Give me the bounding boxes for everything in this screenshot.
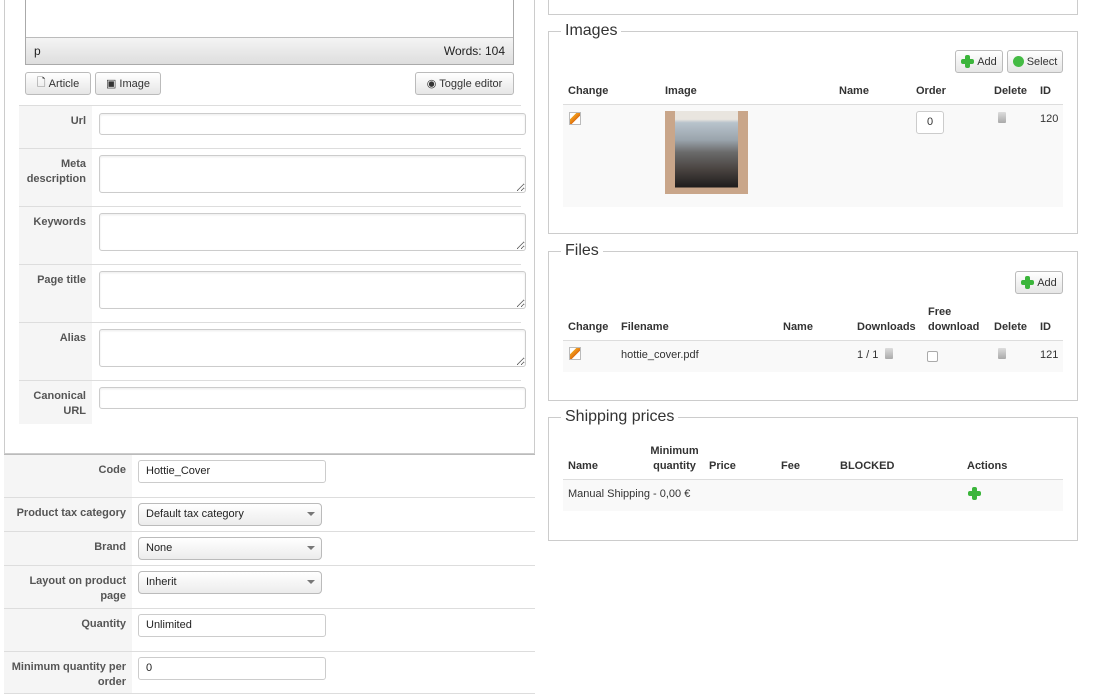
field-brand: Brand None xyxy=(4,531,535,565)
table-row: Manual Shipping - 0,00 € xyxy=(563,479,1063,511)
field-quantity: Quantity Unlimited xyxy=(4,608,535,651)
word-count: Words: 104 xyxy=(443,44,505,58)
eye-icon: ◉ xyxy=(426,78,437,90)
tax-category-select[interactable]: Default tax category xyxy=(138,503,322,526)
field-code: Code Hottie_Cover xyxy=(4,454,535,497)
canonical-url-input[interactable] xyxy=(99,387,526,409)
document-icon: 🗋 xyxy=(36,77,46,89)
chevron-down-icon xyxy=(307,512,315,516)
brand-select[interactable]: None xyxy=(138,537,322,560)
field-meta-description: Meta description xyxy=(19,148,526,206)
table-row: hottie_cover.pdf 1 / 1 121 xyxy=(563,340,1063,372)
field-alias: Alias xyxy=(19,322,526,380)
field-layout: Layout on product page Inherit xyxy=(4,565,535,608)
quantity-input[interactable]: Unlimited xyxy=(138,614,326,637)
field-canonical-url: Canonical URL xyxy=(19,380,526,424)
select-image-button[interactable]: Select xyxy=(1007,50,1063,73)
add-icon xyxy=(961,55,975,68)
picture-icon: ▣ xyxy=(106,78,117,90)
code-input[interactable]: Hottie_Cover xyxy=(138,460,326,483)
chevron-down-icon xyxy=(307,546,315,550)
alias-input[interactable] xyxy=(99,329,526,367)
free-download-checkbox[interactable] xyxy=(927,351,938,362)
table-row: 0 120 xyxy=(563,104,1063,207)
trash-icon[interactable] xyxy=(998,112,1006,123)
field-url: Url xyxy=(19,105,526,148)
insert-article-button[interactable]: 🗋 Article xyxy=(25,72,91,95)
layout-select[interactable]: Inherit xyxy=(138,571,322,594)
rich-text-editor[interactable]: p Words: 104 xyxy=(25,0,514,65)
files-fieldset: Files Add Change Filename Name Downloads… xyxy=(548,242,1078,401)
add-file-button[interactable]: Add xyxy=(1015,271,1063,294)
field-tax-category: Product tax category Default tax category xyxy=(4,497,535,531)
product-thumbnail[interactable] xyxy=(665,111,748,194)
edit-icon[interactable] xyxy=(569,347,581,360)
edit-icon[interactable] xyxy=(569,112,581,125)
editor-statusbar: p Words: 104 xyxy=(26,37,513,64)
trash-icon[interactable] xyxy=(998,348,1006,359)
add-icon[interactable] xyxy=(968,487,981,500)
shipping-fieldset: Shipping prices Name Minimum quantity Pr… xyxy=(548,408,1078,541)
chevron-down-icon xyxy=(307,580,315,584)
field-min-quantity: Minimum quantity per order 0 xyxy=(4,651,535,694)
page-title-input[interactable] xyxy=(99,271,526,309)
add-icon xyxy=(1021,276,1035,289)
add-image-button[interactable]: Add xyxy=(955,50,1003,73)
top-fieldset xyxy=(548,0,1078,15)
insert-image-button[interactable]: ▣ Image xyxy=(95,72,161,95)
toggle-editor-button[interactable]: ◉ Toggle editor xyxy=(415,72,514,95)
images-fieldset: Images Add Select Change Image Name Orde… xyxy=(548,22,1078,234)
reset-downloads-icon[interactable] xyxy=(885,348,893,359)
element-path[interactable]: p xyxy=(34,44,41,58)
field-page-title: Page title xyxy=(19,264,526,322)
meta-description-input[interactable] xyxy=(99,155,526,193)
min-quantity-input[interactable]: 0 xyxy=(138,657,326,680)
field-keywords: Keywords xyxy=(19,206,526,264)
keywords-input[interactable] xyxy=(99,213,526,251)
url-input[interactable] xyxy=(99,113,526,135)
order-input[interactable]: 0 xyxy=(916,111,944,134)
select-icon xyxy=(1012,56,1024,67)
